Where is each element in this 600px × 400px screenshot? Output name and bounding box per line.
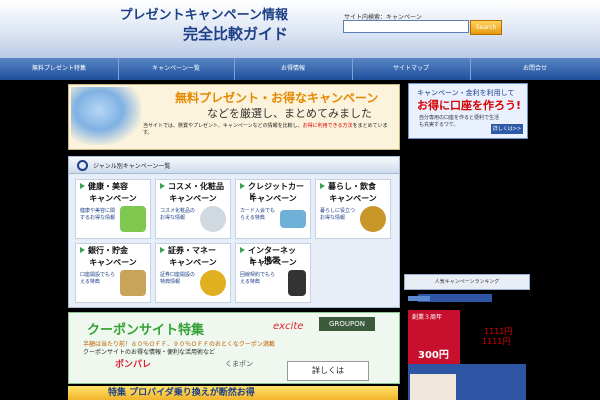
nav-item-5[interactable]: お問合せ xyxy=(470,58,600,80)
category-desc: 健康や美容に関するお得な情報 xyxy=(80,208,116,221)
mirror-icon xyxy=(200,206,226,232)
category-subtitle: キャンペーン xyxy=(169,194,217,203)
banner-body-prefix: 当サイトでは、懸賞やプレゼント、キャンペーンなどの情報を比較し、 xyxy=(143,123,303,129)
category-card-health[interactable]: 健康・美容 キャンペーン 健康や美容に関するお得な情報 xyxy=(75,179,151,239)
category-panel-header: ジャンル別キャンペーン一覧 xyxy=(69,157,399,174)
smartphone-icon xyxy=(288,270,306,296)
category-card-living[interactable]: 暮らし・飲食 キャンペーン 暮らしに役立つお得な情報 xyxy=(315,179,391,239)
category-title: コスメ・化粧品 xyxy=(168,182,224,191)
category-card-bank[interactable]: 銀行・貯金 キャンペーン 口座開設でもらえる特典 xyxy=(75,243,151,303)
banner-body-highlight[interactable]: お得に利用できる方法 xyxy=(303,123,353,129)
side-ad-line3: 自分専用の口座を作ると便利で生活も充実するワケ。 xyxy=(419,115,500,128)
ranking-item-2[interactable] xyxy=(408,364,526,400)
coupon-line2: クーポンサイトのお得な情報・便利な活用術など xyxy=(83,349,216,356)
nav-item-1[interactable]: 無料プレゼント特集 xyxy=(0,58,119,80)
site-title[interactable]: プレゼントキャンペーン情報 完全比較ガイド xyxy=(78,6,288,44)
banner-headline: 無料プレゼント・お得なキャンペーン xyxy=(175,91,379,105)
category-subtitle: キャンペーン xyxy=(89,258,137,267)
side-ad-line2: お得に口座を作ろう! xyxy=(417,99,522,112)
ranking-header: 人気キャンペーンランキング xyxy=(404,274,530,290)
ranking-tag: 創業３周年 xyxy=(412,314,443,321)
ranking-image-1[interactable]: 創業３周年 300円 xyxy=(408,310,460,364)
site-title-line1: プレゼントキャンペーン情報 xyxy=(119,8,288,23)
groupon-logo: GROUPON xyxy=(319,317,375,331)
category-desc: カード入会でもらえる特典 xyxy=(240,208,276,221)
site-header: プレゼントキャンペーン情報 完全比較ガイド サイト内検索：キャンペーン Sear… xyxy=(0,0,600,58)
coins-icon xyxy=(200,270,226,296)
category-subtitle: キャンペーン xyxy=(249,258,297,267)
nav-item-3[interactable]: お得情報 xyxy=(234,58,353,80)
category-subtitle: キャンペーン xyxy=(249,194,297,203)
site-title-line2: 完全比較ガイド xyxy=(182,25,288,43)
category-desc: 口座開設でもらえる特典 xyxy=(80,272,116,285)
category-panel-title: ジャンル別キャンペーン一覧 xyxy=(93,163,171,170)
category-desc: 回線契約でもらえる特典 xyxy=(240,272,276,285)
banner-subhead: などを厳選し、まとめてみました xyxy=(207,107,372,120)
provider-banner-text: 特集 プロバイダ乗り換えが断然お得 xyxy=(108,388,255,398)
category-subtitle: キャンペーン xyxy=(329,194,377,203)
arrow-right-icon xyxy=(240,183,245,189)
category-card-credit[interactable]: クレジットカード キャンペーン カード入会でもらえる特典 xyxy=(235,179,311,239)
banner-body: 当サイトでは、懸賞やプレゼント、キャンペーンなどの情報を比較し、お得に利用できる… xyxy=(143,123,393,137)
category-card-securities[interactable]: 証券・マネー キャンペーン 証券口座開設の特典情報 xyxy=(155,243,231,303)
hero-banner: 無料プレゼント・お得なキャンペーン などを厳選し、まとめてみました 当サイトでは… xyxy=(68,84,400,150)
category-subtitle: キャンペーン xyxy=(169,258,217,267)
nav-item-4[interactable]: サイトマップ xyxy=(352,58,471,80)
coupon-banner[interactable]: クーポンサイト特集 excite GROUPON 半額は当たり前！８０％ＯＦＦ、… xyxy=(68,312,400,384)
category-desc: コスメ化粧品のお得な情報 xyxy=(160,208,196,221)
search-icon xyxy=(77,160,88,171)
arrow-right-icon xyxy=(320,183,325,189)
coupon-heading: クーポンサイト特集 xyxy=(87,323,205,338)
gift-ribbon-image xyxy=(71,87,141,145)
arrow-right-icon xyxy=(160,247,165,253)
excite-logo: excite xyxy=(273,321,304,332)
arrow-right-icon xyxy=(240,247,245,253)
ranking-number-2: 1111円 xyxy=(482,337,511,346)
credit-card-icon xyxy=(280,210,306,228)
sprout-icon xyxy=(120,206,146,232)
side-ad-account[interactable]: キャンペーン・金利を利用して お得に口座を作ろう! 自分専用の口座を作ると便利で… xyxy=(408,83,528,139)
ponpare-logo: ポンパレ xyxy=(115,360,152,370)
ranking-marker xyxy=(408,296,430,301)
kumapon-logo: くまポン xyxy=(225,360,253,368)
category-card-internet[interactable]: インターネット・携帯 キャンペーン 回線契約でもらえる特典 xyxy=(235,243,311,303)
bowl-icon xyxy=(360,206,386,232)
arrow-right-icon xyxy=(80,183,85,189)
category-panel: ジャンル別キャンペーン一覧 健康・美容 キャンペーン 健康や美容に関するお得な情… xyxy=(68,156,400,308)
provider-banner[interactable]: 特集 プロバイダ乗り換えが断然お得 xyxy=(68,386,398,400)
envelope-icon xyxy=(120,270,146,296)
category-card-cosme[interactable]: コスメ・化粧品 キャンペーン コスメ化粧品のお得な情報 xyxy=(155,179,231,239)
ranking-item-2-image xyxy=(410,374,456,400)
category-title: 証券・マネー xyxy=(168,246,216,255)
coupon-details-button[interactable]: 詳しくは xyxy=(287,361,369,381)
category-desc: 証券口座開設の特典情報 xyxy=(160,272,196,285)
ranking-price: 300円 xyxy=(418,350,449,361)
main-nav: 無料プレゼント特集 キャンペーン一覧 お得情報 サイトマップ お問合せ xyxy=(0,58,600,80)
category-subtitle: キャンペーン xyxy=(89,194,137,203)
side-ad-button[interactable]: 詳しくは>> xyxy=(491,124,523,134)
arrow-right-icon xyxy=(160,183,165,189)
nav-item-2[interactable]: キャンペーン一覧 xyxy=(118,58,235,80)
category-title: 暮らし・飲食 xyxy=(328,182,376,191)
search-button[interactable]: Search xyxy=(470,20,502,35)
category-title: 銀行・貯金 xyxy=(88,246,128,255)
search-input[interactable] xyxy=(343,20,469,33)
category-desc: 暮らしに役立つお得な情報 xyxy=(320,208,356,221)
category-title: 健康・美容 xyxy=(88,182,128,191)
arrow-right-icon xyxy=(80,247,85,253)
